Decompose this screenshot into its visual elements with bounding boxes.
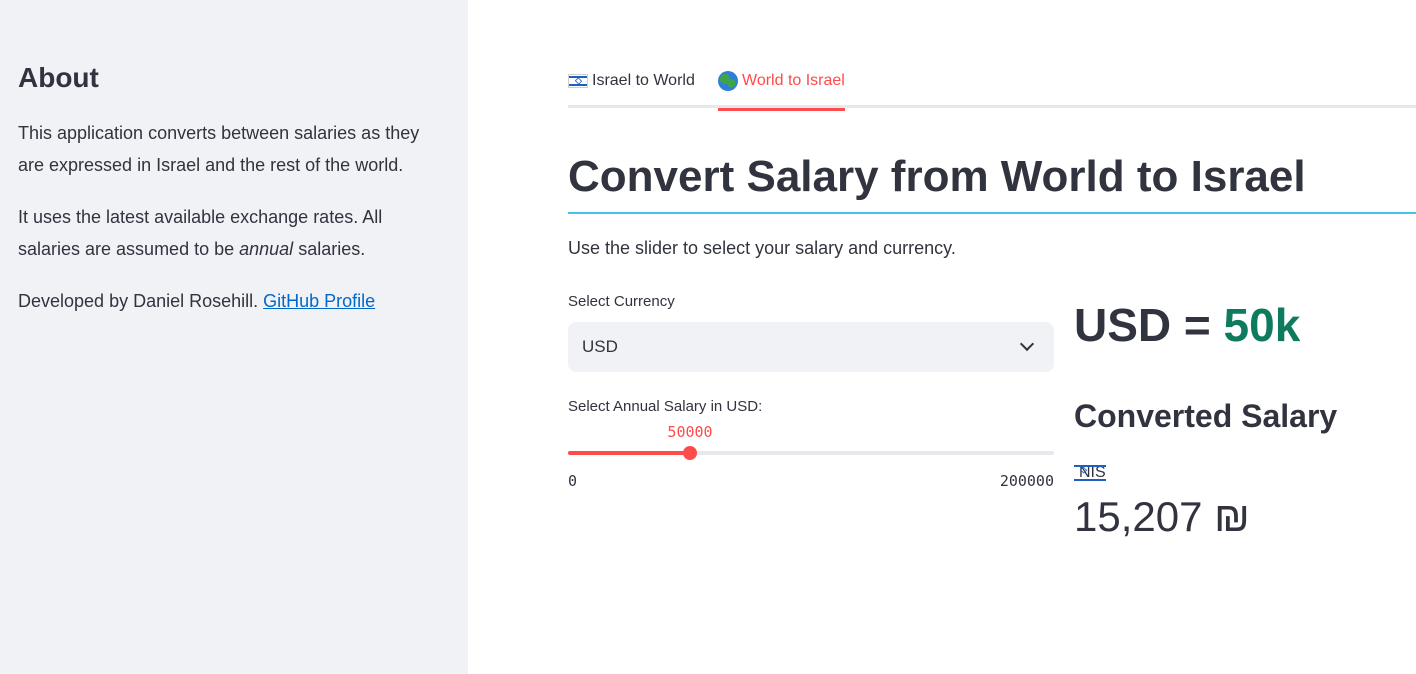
converted-salary-value: 15,207 ₪	[1074, 493, 1250, 540]
page-title: Convert Salary from World to Israel	[568, 152, 1306, 201]
tab-label: World to Israel	[742, 72, 845, 89]
converted-salary-title: Converted Salary	[1074, 398, 1338, 434]
metric-label: NIS	[1074, 464, 1106, 482]
slider-thumb[interactable]	[683, 446, 697, 460]
main-content: Israel to World World to Israel Convert …	[468, 0, 1416, 674]
tab-bar: Israel to World World to Israel	[568, 66, 1416, 111]
credits-text: Developed by Daniel Rosehill.	[18, 291, 264, 311]
sidebar-credits: Developed by Daniel Rosehill. GitHub Pro…	[18, 285, 448, 317]
globe-icon	[718, 71, 738, 91]
slider-min-label: 0	[568, 472, 578, 490]
result-heading: USD = 50k	[1074, 298, 1300, 352]
slider-fill	[568, 451, 690, 455]
sidebar-description: This application converts between salari…	[18, 123, 420, 175]
intro-text: Use the slider to select your salary and…	[568, 238, 956, 258]
sidebar-rates-note: It uses the latest available exchange ra…	[18, 201, 448, 265]
tab-label: Israel to World	[592, 72, 695, 89]
sidebar-heading: About	[18, 62, 99, 93]
slider-max-label: 200000	[999, 472, 1054, 490]
salary-label: Select Annual Salary in USD:	[568, 398, 763, 415]
tab-world-to-israel[interactable]: World to Israel	[718, 70, 845, 111]
result-amount: 50k	[1223, 299, 1301, 351]
chevron-down-icon	[1019, 336, 1035, 352]
currency-select-value: USD	[582, 337, 618, 356]
currency-label: Select Currency	[568, 293, 675, 310]
slider-track[interactable]	[568, 451, 1054, 455]
github-profile-link[interactable]: GitHub Profile	[263, 291, 375, 311]
salary-slider[interactable]: 50000 0 200000	[568, 420, 1054, 500]
rates-note-emphasis: annual	[239, 239, 294, 259]
result-prefix: USD =	[1074, 299, 1224, 351]
slider-value-label: 50000	[667, 423, 713, 441]
israel-flag-icon	[568, 74, 588, 88]
sidebar: About This application converts between …	[0, 0, 468, 674]
tab-israel-to-world[interactable]: Israel to World	[568, 70, 695, 111]
app-root: About This application converts between …	[0, 0, 1416, 674]
currency-select[interactable]: USD	[568, 322, 1054, 372]
rates-note-tail: salaries.	[293, 239, 366, 259]
title-divider	[568, 212, 1416, 214]
